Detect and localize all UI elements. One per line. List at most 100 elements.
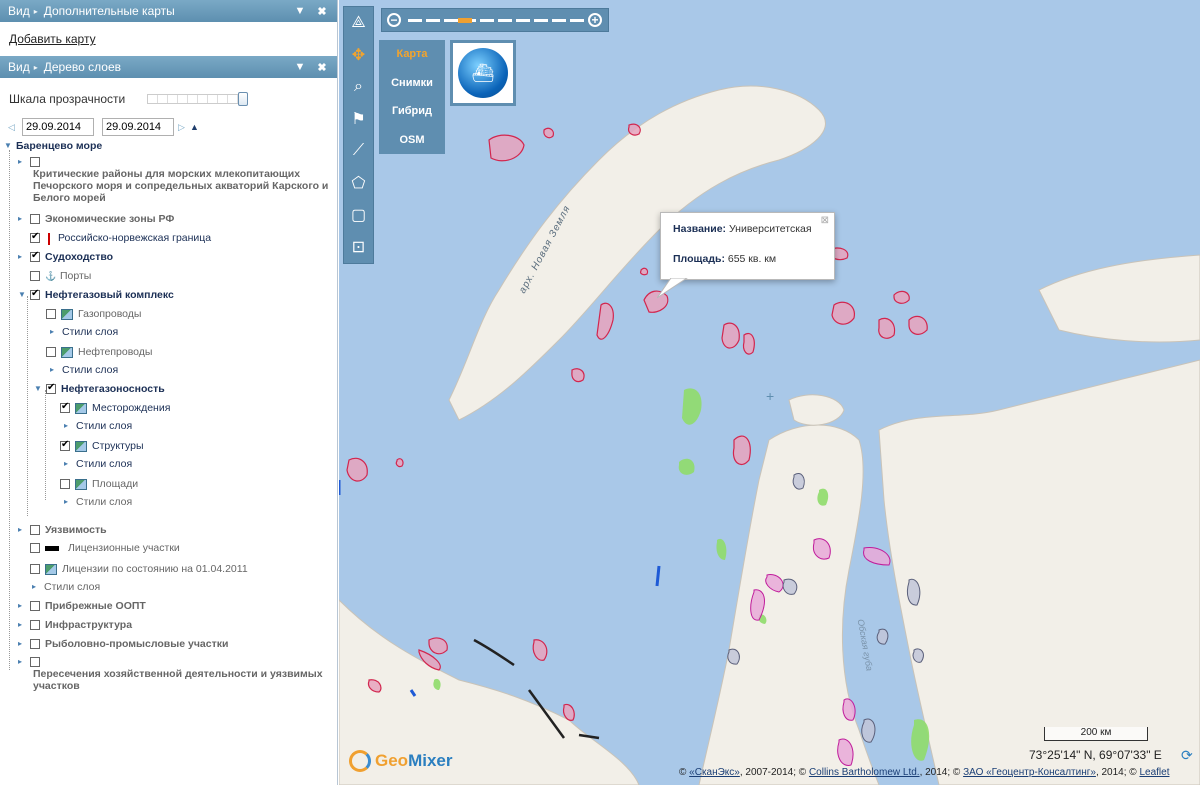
transparency-slider-thumb[interactable] [238,92,249,106]
layer-checkbox[interactable] [30,157,40,167]
layer-checkbox[interactable] [46,382,56,394]
layer-checkbox[interactable] [30,657,40,667]
expand-icon[interactable]: ▼ [18,289,28,301]
layer-styles-link[interactable]: ▸ Стили слоя [50,326,118,338]
tree-node-oilgas[interactable]: ▼ Нефтегазовый комплекс [18,288,174,301]
expand-icon[interactable]: ▸ [50,364,60,376]
tree-node-barents[interactable]: ▼ Баренцево море [4,140,102,152]
route-icon[interactable]: ⊡ [344,231,373,263]
layer-checkbox[interactable] [30,601,40,611]
tree-node-fishing[interactable]: ▸ Рыболовно-промысловые участки [18,638,228,650]
popup-close-icon[interactable]: ⊠ [821,215,829,226]
tree-node-vulnerability[interactable]: ▸ Уязвимость [18,524,107,536]
layer-checkbox[interactable] [30,231,40,243]
expand-icon[interactable]: ▸ [18,213,28,225]
transparency-slider[interactable] [147,92,249,106]
attribution-link[interactable]: ЗАО «Геоцентр-Консалтинг» [963,767,1096,778]
add-map-link[interactable]: Добавить карту [9,32,96,46]
tree-node-border[interactable]: Российско-норвежская граница [30,231,211,245]
polygon-icon[interactable]: ⬠ [344,167,373,199]
zoom-slider[interactable] [408,19,588,22]
basemap-option[interactable]: Гибрид [379,97,445,126]
layer-checkbox[interactable] [30,271,40,281]
expand-icon[interactable]: ▸ [18,524,28,536]
tree-node-structures[interactable]: Структуры [60,439,144,452]
tree-node-oilgas-potential[interactable]: ▼ Нефтегазоносность [34,382,165,395]
tree-node-protected-areas[interactable]: ▸ Прибрежные ООПТ [18,600,146,612]
basemap-option[interactable]: OSM [379,126,445,155]
view-menu[interactable]: Вид [8,60,30,74]
layer-checkbox[interactable] [60,401,70,413]
expand-icon[interactable]: ▸ [32,581,42,593]
tree-node-oil-pipelines[interactable]: Нефтепроводы [46,346,152,358]
prev-date-icon[interactable]: ◁ [8,122,18,133]
tree-node-gas-pipelines[interactable]: Газопроводы [46,308,141,320]
layer-styles-link[interactable]: ▸ Стили слоя [32,581,100,593]
layer-checkbox[interactable] [60,479,70,489]
expand-icon[interactable]: ▸ [50,326,60,338]
tree-node-shipping[interactable]: ▸ Судоходство [18,250,113,263]
tree-node-license-blocks[interactable]: Лицензионные участки [30,542,180,554]
tree-node-intersections[interactable]: ▸ [18,656,45,668]
ship-layer-button[interactable]: ⛴ [450,40,516,106]
expand-icon[interactable]: ▸ [18,638,28,650]
map-view[interactable]: арх. Новая Земля Обская губа + − + ⟁ ✥ ⌕… [339,0,1200,785]
tree-node-licenses-2011[interactable]: Лицензии по состоянию на 01.04.2011 [30,563,248,575]
search-icon[interactable]: ⌕ [344,71,373,103]
refresh-icon[interactable]: ⟳ [1181,747,1193,764]
layer-checkbox[interactable] [46,309,56,319]
close-icon[interactable]: ✖ [315,61,329,74]
expand-icon[interactable]: ▸ [64,458,74,470]
layer-checkbox[interactable] [30,564,40,574]
rectangle-icon[interactable]: ▢ [344,199,373,231]
date-from-input[interactable] [22,118,94,136]
expand-icon[interactable]: ▸ [18,156,28,168]
layer-checkbox[interactable] [46,347,56,357]
zoom-out-button[interactable]: − [387,13,401,27]
attribution-link[interactable]: «СканЭкс» [689,767,740,778]
tree-node-critical-areas[interactable]: ▸ [18,156,45,168]
layer-checkbox[interactable] [30,288,40,300]
next-date-icon[interactable]: ▷ [178,122,188,133]
tree-node-areas[interactable]: Площади [60,478,138,490]
layer-checkbox[interactable] [30,525,40,535]
layer-checkbox[interactable] [30,250,40,262]
expand-icon[interactable]: ▸ [64,496,74,508]
expand-icon[interactable]: ▼ [34,383,44,395]
cursor-icon[interactable]: ⟁ [344,7,373,39]
close-icon[interactable]: ✖ [315,5,329,18]
zoom-slider-thumb[interactable] [458,18,472,23]
polyline-icon[interactable]: ⟋ [344,135,373,167]
collapse-up-icon[interactable]: ▲ [190,122,199,132]
expand-icon[interactable]: ▸ [18,251,28,263]
layer-styles-link[interactable]: ▸ Стили слоя [64,496,132,508]
layer-styles-link[interactable]: ▸ Стили слоя [64,420,132,432]
attribution-link[interactable]: Leaflet [1139,767,1169,778]
expand-icon[interactable]: ▸ [64,420,74,432]
flag-icon[interactable]: ⚑ [344,103,373,135]
expand-icon[interactable]: ▸ [18,600,28,612]
basemap-option[interactable]: Карта [379,40,445,69]
tree-node-fields[interactable]: Месторождения [60,401,170,414]
expand-icon[interactable]: ▸ [18,619,28,631]
zoom-in-button[interactable]: + [588,13,602,27]
basemap-option[interactable]: Снимки [379,69,445,98]
tree-node-infrastructure[interactable]: ▸ Инфраструктура [18,619,132,631]
layer-checkbox[interactable] [30,214,40,224]
layer-styles-link[interactable]: ▸ Стили слоя [50,364,118,376]
layer-checkbox[interactable] [60,439,70,451]
date-to-input[interactable] [102,118,174,136]
collapse-icon[interactable]: ▼ [293,5,307,17]
expand-icon[interactable]: ▸ [18,656,28,668]
layer-checkbox[interactable] [30,639,40,649]
pan-icon[interactable]: ✥ [344,39,373,71]
layer-checkbox[interactable] [30,543,40,553]
tree-node-econ-zones[interactable]: ▸ Экономические зоны РФ [18,213,174,225]
view-menu[interactable]: Вид [8,4,30,18]
tree-node-ports[interactable]: ⚓ Порты [30,270,91,282]
attribution-link[interactable]: Collins Bartholomew Ltd. [809,767,920,778]
layer-checkbox[interactable] [30,620,40,630]
expand-icon[interactable]: ▼ [4,140,14,152]
layer-styles-link[interactable]: ▸ Стили слоя [64,458,132,470]
collapse-icon[interactable]: ▼ [293,61,307,73]
